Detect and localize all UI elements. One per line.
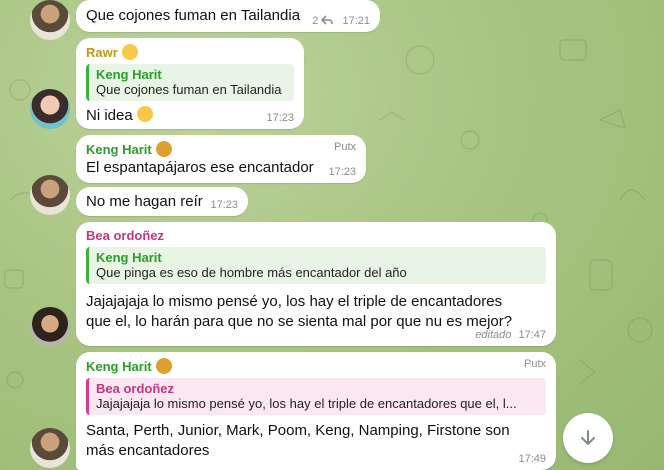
- message-text: No me hagan reír: [86, 193, 203, 210]
- message-time: 17:21: [342, 15, 370, 27]
- scroll-to-bottom-button[interactable]: [563, 413, 613, 463]
- message-text: Ni idea: [86, 107, 133, 124]
- reply-arrow-icon: [321, 15, 334, 25]
- member-role: Putx: [333, 141, 356, 153]
- reply-text: Que pinga es eso de hombre más encantado…: [96, 265, 407, 280]
- message-time: 17:23: [210, 199, 238, 211]
- avatar[interactable]: [30, 89, 70, 129]
- sender-name[interactable]: Bea ordoñez: [86, 228, 164, 243]
- reply-text: Jajajajaja lo mismo pensé yo, los hay el…: [96, 396, 517, 411]
- message-bubble[interactable]: Keng Harit Putx El espantapájaros ese en…: [76, 135, 366, 183]
- reply-sender: Keng Harit: [96, 250, 162, 265]
- reply-sender: Keng Harit: [96, 67, 162, 82]
- message-bubble[interactable]: No me hagan reír 17:23: [76, 187, 248, 216]
- avatar[interactable]: [30, 175, 70, 215]
- message-time: 17:49: [518, 453, 546, 465]
- message-bubble[interactable]: Rawr Keng Harit Que cojones fuman en Tai…: [76, 38, 304, 129]
- message-text: El espantapájaros ese encantador: [86, 159, 314, 176]
- arrow-down-icon: [581, 430, 595, 445]
- reply-count: 2: [312, 15, 319, 27]
- reply-text: Que cojones fuman en Tailandia: [96, 82, 282, 97]
- reply-quote[interactable]: Keng Harit Que pinga es eso de hombre má…: [86, 247, 546, 284]
- message-bubble[interactable]: Bea ordoñez Keng Harit Que pinga es eso …: [76, 222, 556, 346]
- member-role: Putx: [523, 358, 546, 370]
- message-bubble[interactable]: Keng Harit Putx Bea ordoñez Jajajajaja l…: [76, 352, 556, 470]
- reply-quote[interactable]: Bea ordoñez Jajajajaja lo mismo pensé yo…: [86, 378, 546, 415]
- grin-emoji-icon: [136, 106, 153, 122]
- reply-sender: Bea ordoñez: [96, 381, 175, 396]
- avatar[interactable]: [30, 0, 70, 40]
- message-bubble[interactable]: Que cojones fuman en Tailandia 2 17:21: [76, 0, 380, 32]
- avatar[interactable]: [30, 428, 70, 468]
- message-text-line: Santa, Perth, Junior, Mark, Poom, Keng, …: [86, 422, 510, 439]
- avatar[interactable]: [30, 307, 70, 347]
- message-text-line: más encantadores: [86, 442, 210, 459]
- message-meta: 2 17:21: [312, 15, 370, 27]
- sender-name[interactable]: Keng Harit: [86, 142, 152, 157]
- devil-emoji-icon: [155, 141, 172, 157]
- reply-quote[interactable]: Keng Harit Que cojones fuman en Tailandi…: [86, 64, 294, 101]
- message-meta: editado 17:47: [475, 329, 546, 341]
- message-text-line: Jajajajaja lo mismo pensé yo, los hay el…: [86, 293, 503, 310]
- sender-name[interactable]: Keng Harit: [86, 359, 152, 374]
- message-text: Que cojones fuman en Tailandia: [86, 7, 301, 24]
- message-time: 17:23: [266, 112, 294, 124]
- message-time: 17:23: [328, 166, 356, 178]
- devil-emoji-icon: [155, 358, 172, 374]
- smile-emoji-icon: [121, 44, 138, 60]
- sender-name[interactable]: Rawr: [86, 45, 118, 60]
- edited-label: editado: [475, 329, 512, 341]
- message-time: 17:47: [518, 329, 546, 341]
